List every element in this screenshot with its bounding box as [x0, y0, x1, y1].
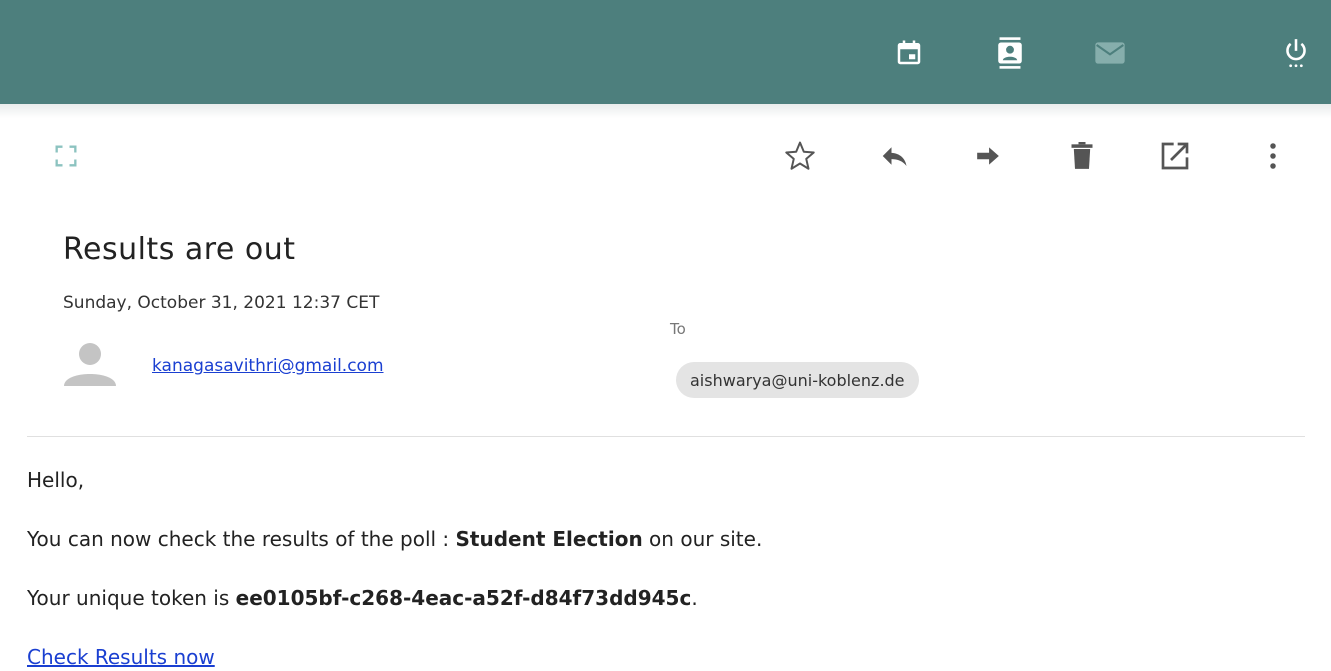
token-text: Your unique token is ee0105bf-c268-4eac-… [27, 586, 698, 610]
calendar-icon[interactable] [892, 36, 926, 70]
sender-avatar-icon [62, 342, 118, 386]
top-app-bar [0, 0, 1331, 104]
header-divider [27, 436, 1305, 437]
poll-results-text: You can now check the results of the pol… [27, 527, 762, 551]
topbar-shadow [0, 104, 1331, 118]
mail-icon[interactable] [1093, 36, 1127, 70]
check-results-link[interactable]: Check Results now [27, 645, 215, 669]
token-text-suffix: . [691, 586, 698, 610]
email-subject: Results are out [63, 232, 296, 267]
power-icon[interactable] [1279, 36, 1313, 70]
email-date: Sunday, October 31, 2021 12:37 CET [63, 293, 380, 313]
open-external-icon[interactable] [1157, 138, 1193, 174]
fullscreen-icon[interactable] [48, 138, 84, 174]
token-text-prefix: Your unique token is [27, 586, 236, 610]
token-value: ee0105bf-c268-4eac-a52f-d84f73dd945c [235, 586, 692, 610]
recipient-chip[interactable]: aishwarya@uni-koblenz.de [676, 362, 919, 398]
forward-icon[interactable] [970, 138, 1006, 174]
star-icon[interactable] [782, 138, 818, 174]
poll-text-prefix: You can now check the results of the pol… [27, 527, 456, 551]
to-label: To [670, 320, 686, 338]
more-options-icon[interactable] [1255, 138, 1291, 174]
contacts-icon[interactable] [993, 36, 1027, 70]
poll-text-suffix: on our site. [642, 527, 763, 551]
sender-email-link[interactable]: kanagasavithri@gmail.com [152, 356, 384, 376]
delete-icon[interactable] [1064, 138, 1100, 174]
poll-name: Student Election [455, 527, 643, 551]
greeting-text: Hello, [27, 468, 85, 492]
reply-icon[interactable] [876, 138, 912, 174]
